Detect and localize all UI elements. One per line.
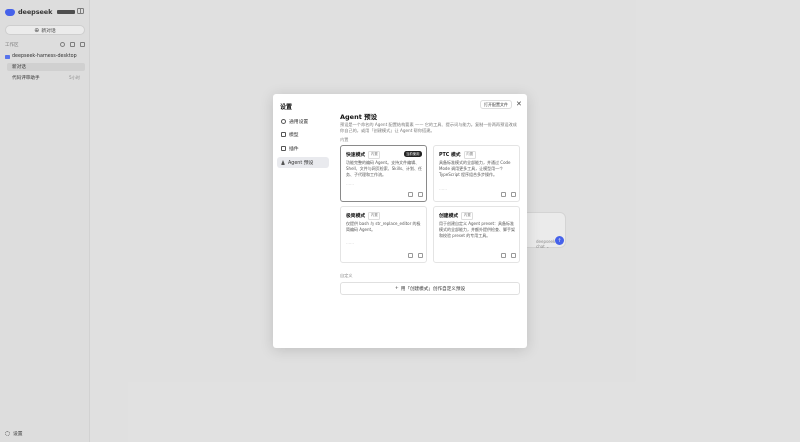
preset-name: 极简模式 — [346, 214, 366, 220]
custom-label: 自定义 — [340, 273, 353, 278]
preset-name: 快速模式 — [346, 153, 366, 159]
nav-label: 模型 — [289, 133, 299, 138]
nav-model[interactable]: 模型 — [277, 129, 329, 140]
section-title: Agent 预设 — [340, 113, 378, 121]
create-custom-label: 用「创建模式」创作自定义预设 — [400, 286, 466, 292]
builtin-tag: 内置 — [461, 212, 474, 220]
preset-name: PTC 模式 — [439, 153, 461, 159]
builtin-label: 内置 — [340, 137, 349, 142]
copy-icon[interactable] — [511, 253, 516, 258]
more-text: …… — [346, 181, 354, 186]
close-icon[interactable]: ✕ — [516, 100, 522, 108]
preset-card[interactable]: PTC 模式 内置 具备标准模式的全部能力，并通过 Code Mode 调用更多… — [433, 145, 520, 202]
agent-icon — [281, 160, 285, 165]
plugin-icon — [281, 146, 286, 151]
preset-card[interactable]: 创建模式 内置 用于创建自定义 Agent preset：具备标准模式的全部能力… — [433, 206, 520, 263]
more-text: …… — [346, 240, 354, 245]
copy-icon[interactable] — [418, 192, 423, 197]
more-text: …… — [439, 186, 447, 191]
preset-description: 仅提供 bash 与 str_replace_editor 的极简编码 Agen… — [346, 221, 421, 232]
nav-general[interactable]: 通用设置 — [277, 116, 329, 127]
create-custom-preset-button[interactable]: + 用「创建模式」创作自定义预设 — [340, 282, 520, 295]
preset-description: 用于创建自定义 Agent preset：具备标准模式的全部能力，并额外提供检查… — [439, 221, 515, 238]
preset-name: 创建模式 — [439, 214, 459, 220]
preset-card[interactable]: 极简模式 内置 仅提供 bash 与 str_replace_editor 的极… — [340, 206, 427, 263]
nav-label: 插件 — [289, 147, 299, 152]
nav-label: 通用设置 — [289, 120, 309, 125]
copy-icon[interactable] — [511, 192, 516, 197]
view-icon[interactable] — [408, 192, 413, 197]
view-icon[interactable] — [501, 253, 506, 258]
preset-description: 具备标准模式的全部能力，并通过 Code Mode 调用更多工具，让模型用一个 … — [439, 160, 511, 177]
settings-nav: 设置 通用设置 模型 插件 Agent 预设 — [273, 94, 332, 348]
view-icon[interactable] — [501, 192, 506, 197]
copy-icon[interactable] — [418, 253, 423, 258]
preset-card[interactable]: 快速模式 内置 当前使用 功能完整的编码 Agent。支持文件编辑、Shell、… — [340, 145, 427, 202]
preset-description: 功能完整的编码 Agent。支持文件编辑、Shell、文件与网页检索、Skill… — [346, 160, 423, 177]
builtin-tag: 内置 — [463, 151, 476, 159]
builtin-tag: 内置 — [368, 151, 381, 159]
model-icon — [281, 132, 286, 137]
settings-icon — [281, 119, 286, 124]
section-description: 预设是一个命名的 Agent 配置结构要素 —— 它的工具、提示词与能力。复制一… — [340, 122, 517, 133]
settings-dialog: 设置 通用设置 模型 插件 Agent 预设 Agent 预设 打开配置文件 ✕… — [273, 94, 527, 348]
nav-agent-preset[interactable]: Agent 预设 — [277, 157, 329, 168]
nav-plugin[interactable]: 插件 — [277, 143, 329, 154]
nav-label: Agent 预设 — [288, 161, 314, 166]
dialog-title: 设置 — [280, 104, 293, 111]
builtin-tag: 内置 — [368, 212, 381, 220]
current-badge: 当前使用 — [404, 150, 422, 157]
open-config-button[interactable]: 打开配置文件 — [480, 100, 512, 109]
plus-icon: + — [394, 286, 399, 291]
view-icon[interactable] — [408, 253, 413, 258]
